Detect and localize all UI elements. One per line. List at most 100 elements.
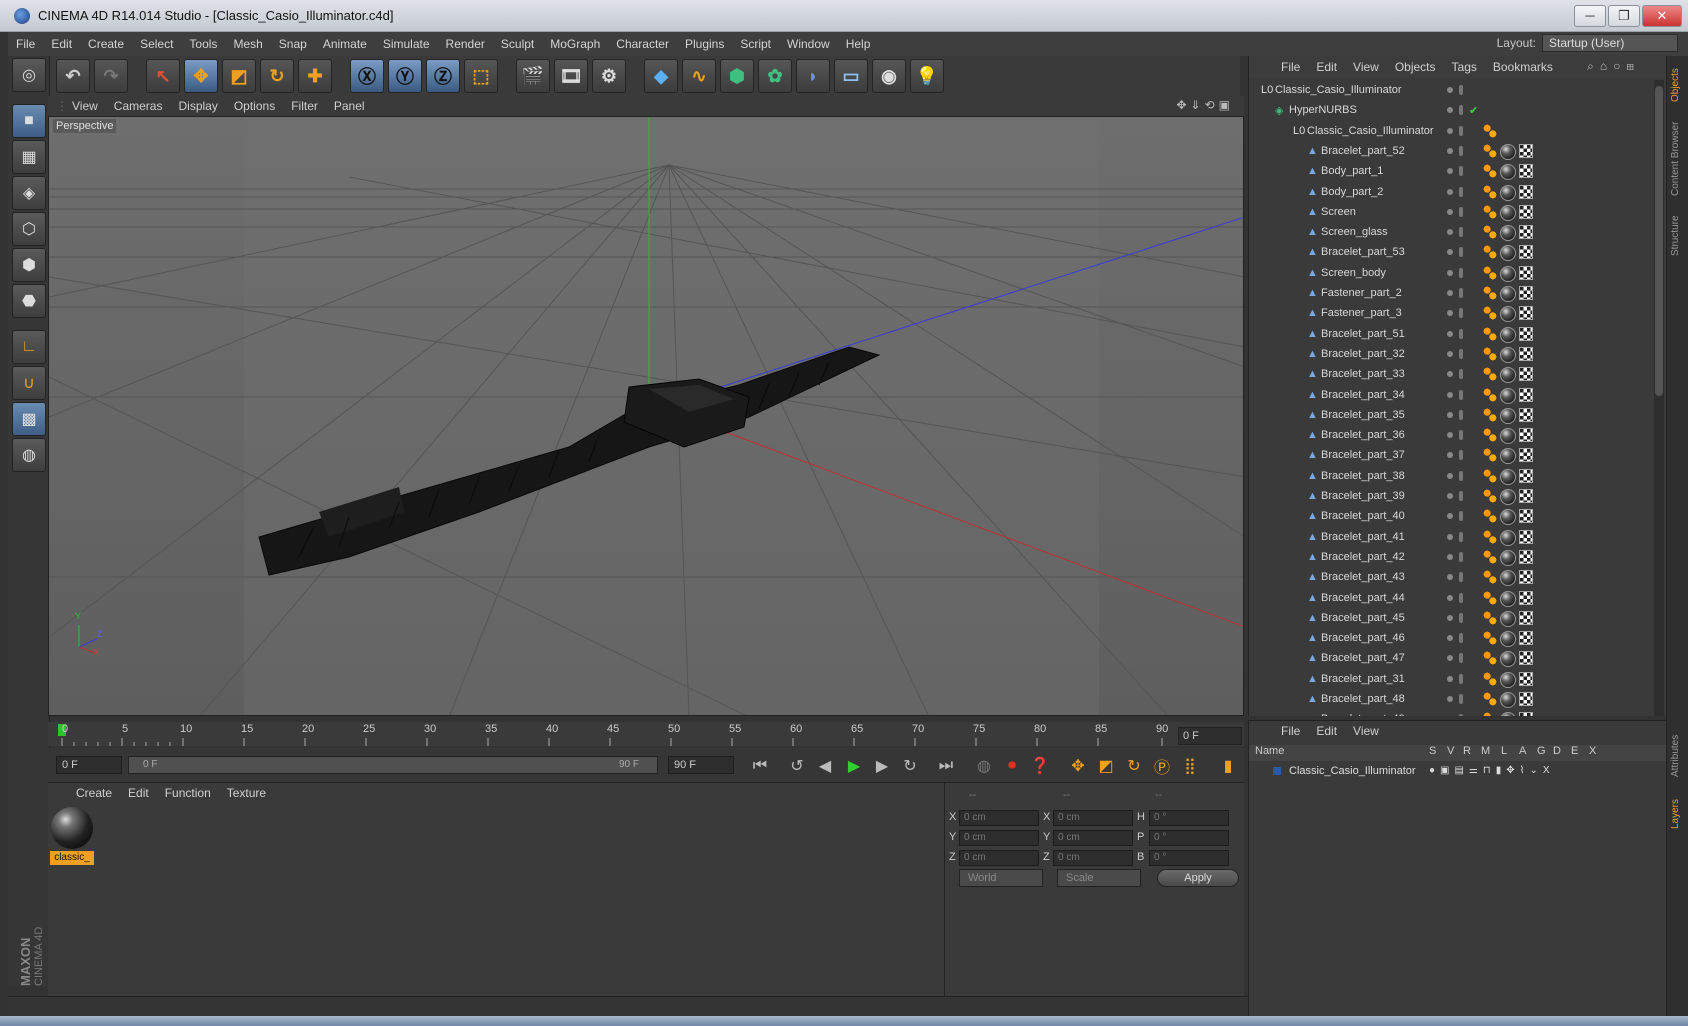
points-mode-icon[interactable]: ⬡ [12,212,46,246]
render-view-icon[interactable]: 🎬 [516,59,550,93]
object-row-root[interactable]: L0 Classic_Casio_Illuminator [1249,80,1649,100]
menu-animate[interactable]: Animate [315,37,375,51]
visibility-dot-icon[interactable] [1447,513,1453,520]
render-visibility-icon[interactable] [1459,328,1463,339]
object-row[interactable]: ▲ Bracelet_part_51 [1249,324,1649,344]
redo-icon[interactable]: ↷ [94,59,128,93]
key-rotation-icon[interactable]: ↻ [1120,752,1148,780]
recent-tool-icon[interactable]: ✚ [298,59,332,93]
material-tag-icon[interactable] [1500,265,1516,282]
layer-flags-icon[interactable]: ●▣▤⚌⊓▮✥⌇⌄X [1429,765,1555,776]
layers-menu-view[interactable]: View [1345,724,1387,738]
visibility-dot-icon[interactable] [1447,188,1453,195]
phong-tag-icon[interactable] [1483,712,1497,716]
menu-sculpt[interactable]: Sculpt [493,37,542,51]
uvw-tag-icon[interactable] [1519,346,1533,361]
visibility-dot-icon[interactable] [1447,107,1453,114]
uvw-tag-icon[interactable] [1519,225,1533,240]
uvw-tag-icon[interactable] [1519,549,1533,564]
model-mode-icon[interactable]: ■ [12,104,46,138]
live-selection-icon[interactable]: ↖ [146,59,180,93]
render-visibility-icon[interactable] [1459,491,1463,501]
rotation-b-field[interactable]: 0 ° [1149,850,1229,866]
y-axis-lock-icon[interactable]: Ⓨ [388,59,422,93]
material-tag-icon[interactable] [1500,631,1516,648]
objects-menu-tags[interactable]: Tags [1444,60,1485,74]
render-visibility-icon[interactable] [1459,612,1463,623]
render-visibility-icon[interactable] [1459,369,1463,380]
object-row[interactable]: ▲ Bracelet_part_36 [1249,425,1649,445]
object-row[interactable]: ▲ Screen_glass [1249,222,1649,242]
render-settings-icon[interactable]: ⚙ [592,59,626,93]
material-tag-icon[interactable] [1500,245,1516,262]
object-row[interactable]: ▲ Bracelet_part_42 [1249,547,1649,567]
uvw-tag-icon[interactable] [1519,448,1533,463]
phong-tag-icon[interactable] [1483,407,1497,422]
phong-tag-icon[interactable] [1483,549,1497,564]
material-tag-icon[interactable] [1500,610,1516,627]
uvw-tag-icon[interactable] [1519,468,1533,483]
material-tag-icon[interactable] [1500,529,1516,546]
material-tag-icon[interactable] [1500,407,1516,424]
camera-icon[interactable]: ◉ [872,59,906,93]
layer-row[interactable]: Classic_Casio_Illuminator ●▣▤⚌⊓▮✥⌇⌄X [1249,763,1667,781]
visibility-dot-icon[interactable] [1447,147,1453,154]
material-tag-icon[interactable] [1500,326,1516,343]
visibility-dot-icon[interactable] [1447,594,1453,601]
keyframe-selection-icon[interactable]: ❓ [1026,752,1054,780]
uvw-tag-icon[interactable] [1519,184,1533,199]
render-visibility-icon[interactable] [1459,105,1463,116]
render-visibility-icon[interactable] [1459,186,1463,197]
object-row[interactable]: ▲ Fastener_part_2 [1249,283,1649,303]
tab-structure[interactable]: Structure [1670,208,1686,264]
position-z-field[interactable]: 0 cm [959,850,1039,866]
object-row[interactable]: ▲ Bracelet_part_40 [1249,506,1649,526]
visibility-dot-icon[interactable] [1447,391,1453,398]
uvw-tag-icon[interactable] [1519,712,1533,716]
key-pla-icon[interactable]: ⣿ [1176,752,1204,780]
size-x-field[interactable]: 0 cm [1053,810,1133,826]
visibility-dot-icon[interactable] [1447,269,1453,276]
render-visibility-icon[interactable] [1459,227,1463,238]
visibility-dot-icon[interactable] [1447,432,1453,439]
material-tag-icon[interactable] [1500,164,1516,181]
visibility-dot-icon[interactable] [1447,472,1453,479]
material-tag-icon[interactable] [1500,286,1516,302]
uvw-tag-icon[interactable] [1519,590,1533,605]
render-visibility-icon[interactable] [1459,592,1463,603]
render-visibility-icon[interactable] [1459,247,1463,258]
material-tag-icon[interactable] [1500,143,1516,160]
texture-mode-icon[interactable]: ▦ [12,140,46,174]
object-row[interactable]: ▲ Screen [1249,202,1649,222]
object-row[interactable]: ▲ Body_part_2 [1249,182,1649,202]
render-visibility-icon[interactable] [1459,125,1463,136]
render-visibility-icon[interactable] [1459,430,1463,441]
tab-objects[interactable]: Objects [1670,60,1686,110]
material-tag-icon[interactable] [1500,489,1516,505]
material-menu-function[interactable]: Function [157,786,219,800]
uvw-tag-icon[interactable] [1519,204,1533,219]
object-row[interactable]: ▲ Bracelet_part_44 [1249,588,1649,608]
material-menu-texture[interactable]: Texture [219,786,274,800]
phong-tag-icon[interactable] [1483,610,1497,625]
object-row-hypernurbs[interactable]: ◈ HyperNURBS ✔ [1249,100,1649,120]
phong-tag-icon[interactable] [1483,306,1497,321]
render-visibility-icon[interactable] [1459,145,1463,156]
phong-tag-icon[interactable] [1483,631,1497,646]
apply-button[interactable]: Apply [1157,869,1239,887]
material-tag-icon[interactable] [1500,712,1516,716]
uvw-tag-icon[interactable] [1519,428,1533,443]
render-visibility-icon[interactable] [1459,470,1463,481]
render-visibility-icon[interactable] [1459,653,1463,664]
object-row-group[interactable]: L0 Classic_Casio_Illuminator [1249,121,1649,141]
rotation-h-field[interactable]: 0 ° [1149,810,1229,826]
tab-content-browser[interactable]: Content Browser [1670,114,1686,204]
timeline-frame-field[interactable]: 0 F [1178,727,1242,745]
visibility-dot-icon[interactable] [1447,127,1453,134]
preview-range-slider[interactable]: 0 F 90 F [128,756,658,774]
phong-tag-icon[interactable] [1483,143,1497,158]
enabled-check-icon[interactable]: ✔ [1469,104,1478,117]
objects-menu-edit[interactable]: Edit [1308,60,1345,74]
deformer-icon[interactable]: ◗ [796,59,830,93]
uvw-tag-icon[interactable] [1519,651,1533,666]
